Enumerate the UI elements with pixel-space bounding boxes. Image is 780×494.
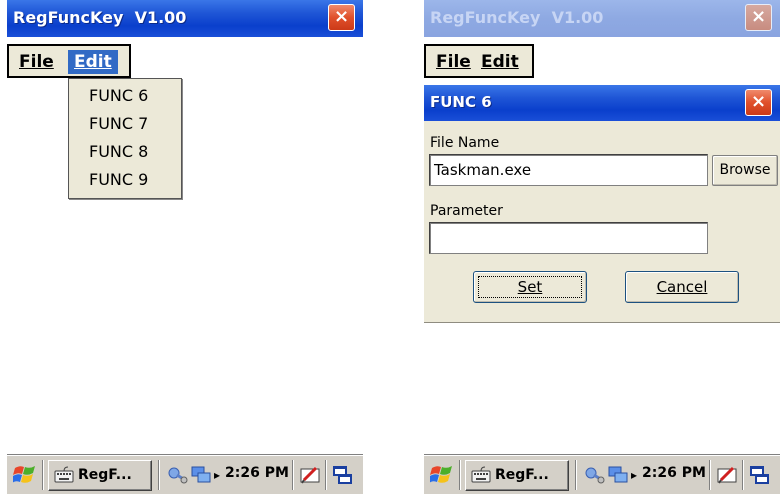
input-panel-icon[interactable] <box>299 464 321 486</box>
keyboard-icon <box>54 466 74 483</box>
clock[interactable]: 2:26 PM <box>642 465 706 481</box>
input-panel-icon[interactable] <box>716 464 738 486</box>
taskbar-separator <box>459 460 461 490</box>
taskbar-separator <box>292 460 294 490</box>
app-title: RegFuncKey V1.00 <box>13 8 187 27</box>
taskbar-separator <box>325 460 327 490</box>
cancel-button-label: Cancel <box>656 278 708 296</box>
task-switch-icon[interactable] <box>332 464 354 486</box>
app-titlebar: RegFuncKey V1.00 × <box>7 0 363 37</box>
close-button[interactable]: × <box>328 4 355 31</box>
taskbar: RegF... ▸ 2:26 PM <box>7 455 363 494</box>
menu-file-label: File <box>436 52 471 72</box>
parameter-label: Parameter <box>430 203 503 219</box>
connectivity-icon[interactable] <box>190 464 212 486</box>
dialog-titlebar: FUNC 6 × <box>424 85 780 121</box>
menu-edit-label: Edit <box>74 52 112 72</box>
windows-start-icon[interactable] <box>13 463 37 487</box>
keyboard-icon <box>471 466 491 483</box>
menu-item-func7[interactable]: FUNC 7 <box>89 110 148 138</box>
taskbar-app-label: RegF... <box>495 467 549 483</box>
dialog-title: FUNC 6 <box>430 93 492 111</box>
taskbar-separator <box>42 460 44 490</box>
dialog-close-button[interactable]: × <box>745 89 772 116</box>
menu-item-func6[interactable]: FUNC 6 <box>89 82 148 110</box>
parameter-input[interactable] <box>429 222 708 254</box>
taskbar-separator <box>158 460 160 490</box>
left-screen: RegFuncKey V1.00 × File Edit FUNC 6 FUNC… <box>7 0 363 494</box>
set-button-label: Set <box>517 278 543 296</box>
windows-start-icon[interactable] <box>430 463 454 487</box>
browse-button[interactable]: Browse <box>712 155 778 186</box>
task-switch-icon[interactable] <box>749 464 771 486</box>
app-titlebar: RegFuncKey V1.00 × <box>424 0 780 37</box>
taskbar-separator <box>742 460 744 490</box>
menu-file-label: File <box>19 52 54 72</box>
menu-edit-label: Edit <box>481 52 519 72</box>
file-name-label: File Name <box>430 135 500 151</box>
clock[interactable]: 2:26 PM <box>225 465 289 481</box>
tray-expand-arrow[interactable]: ▸ <box>214 464 220 486</box>
network-icon[interactable] <box>584 464 606 486</box>
menu-edit[interactable]: Edit <box>68 50 118 74</box>
network-icon[interactable] <box>167 464 189 486</box>
func-dialog: File Name Taskman.exe Browse Parameter S… <box>424 121 780 323</box>
set-button[interactable]: Set <box>473 271 587 303</box>
right-screen: RegFuncKey V1.00 × File Edit FUNC 6 × Fi… <box>424 0 780 494</box>
taskbar-separator <box>709 460 711 490</box>
menu-edit[interactable]: Edit <box>475 50 525 74</box>
taskbar: RegF... ▸ 2:26 PM <box>424 455 780 494</box>
cancel-button[interactable]: Cancel <box>625 271 739 303</box>
connectivity-icon[interactable] <box>607 464 629 486</box>
menu-file[interactable]: File <box>13 50 60 74</box>
taskbar-app-label: RegF... <box>78 467 132 483</box>
file-name-input[interactable]: Taskman.exe <box>429 154 708 186</box>
menu-bar: File Edit <box>7 44 131 78</box>
tray-expand-arrow[interactable]: ▸ <box>631 464 637 486</box>
app-title: RegFuncKey V1.00 <box>430 8 604 27</box>
menu-bar: File Edit <box>424 44 534 78</box>
menu-item-func9[interactable]: FUNC 9 <box>89 166 148 194</box>
taskbar-app-button[interactable]: RegF... <box>48 460 152 491</box>
edit-dropdown-menu: FUNC 6 FUNC 7 FUNC 8 FUNC 9 <box>68 78 182 199</box>
menu-item-func8[interactable]: FUNC 8 <box>89 138 148 166</box>
close-button[interactable]: × <box>745 4 772 31</box>
menu-file[interactable]: File <box>430 50 477 74</box>
taskbar-separator <box>575 460 577 490</box>
taskbar-app-button[interactable]: RegF... <box>465 460 569 491</box>
